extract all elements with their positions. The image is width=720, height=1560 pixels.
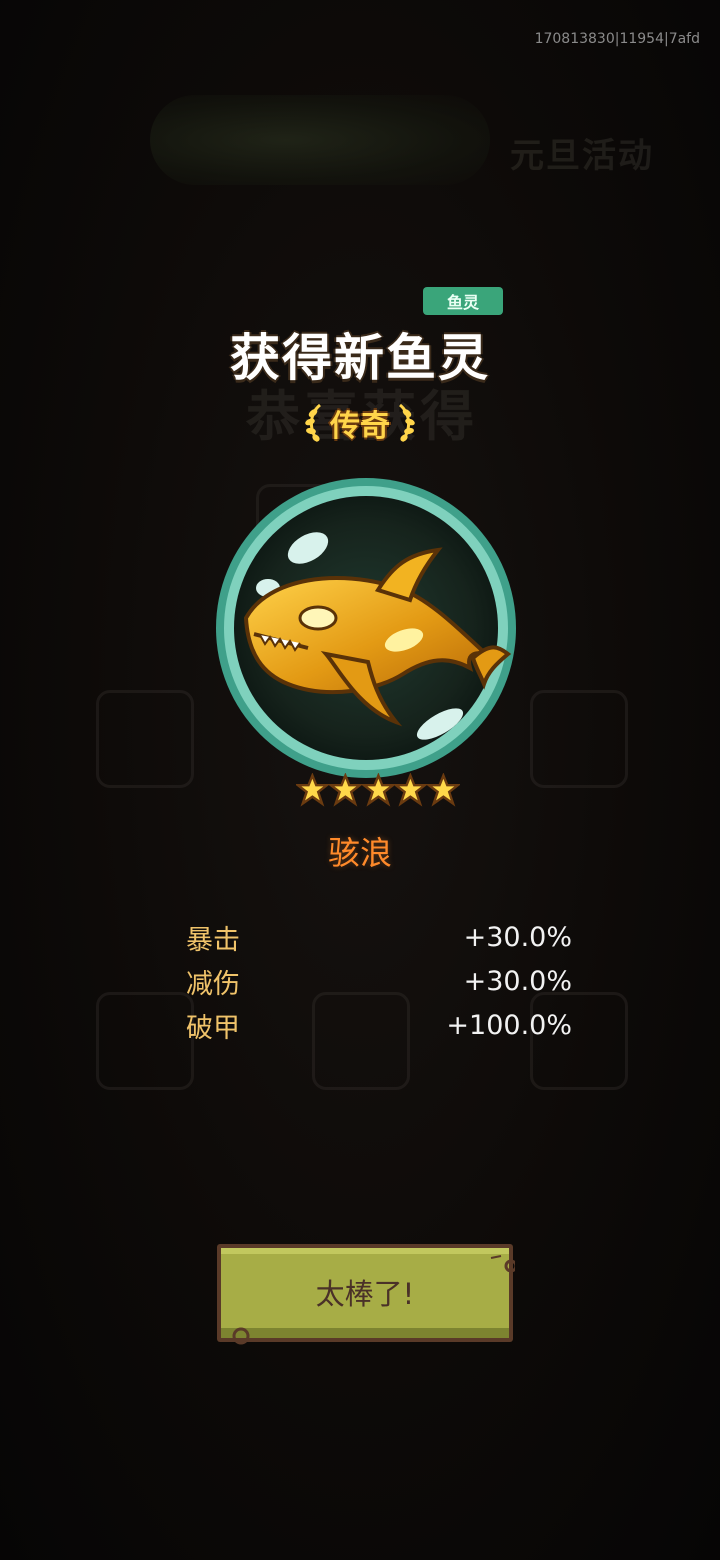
star-rating: [296, 768, 460, 812]
stat-row: 减伤 +30.0%: [186, 959, 572, 1003]
rarity-badge: 传奇: [295, 398, 425, 448]
laurel-left-icon: [305, 403, 322, 442]
star-icon: [296, 773, 329, 807]
stat-value: +30.0%: [463, 921, 572, 953]
fish-name: 骇浪: [327, 834, 392, 872]
star-icon: [328, 773, 362, 807]
stat-row: 暴击 +30.0%: [186, 915, 572, 959]
stat-value: +30.0%: [463, 965, 572, 997]
event-logo-ghost: [150, 95, 490, 185]
confirm-button-label: 太棒了!: [315, 1277, 415, 1311]
stat-row: 破甲 +100.0%: [186, 1003, 572, 1047]
confirm-button[interactable]: 太棒了!: [215, 1242, 515, 1346]
stats-list: 暴击 +30.0% 减伤 +30.0% 破甲 +100.0%: [186, 915, 572, 1047]
rarity-label: 传奇: [330, 409, 390, 444]
reward-headline: 获得新鱼灵: [230, 329, 490, 387]
stat-name: 暴击: [186, 924, 240, 956]
category-tag: 鱼灵: [423, 287, 503, 315]
ghost-panel: [530, 690, 628, 788]
laurel-right-icon: [398, 403, 415, 442]
event-title-ghost: 元旦活动: [510, 136, 654, 176]
star-icon: [394, 773, 428, 807]
session-id-text: 170813830|11954|7afd: [534, 31, 700, 47]
stat-name: 减伤: [186, 968, 240, 1000]
star-icon: [427, 773, 460, 807]
ghost-panel: [96, 690, 194, 788]
star-icon: [361, 773, 395, 807]
fish-spirit-orb: [216, 478, 516, 778]
stat-value: +100.0%: [446, 1009, 572, 1041]
stat-name: 破甲: [186, 1012, 240, 1044]
ghost-panel: [96, 992, 194, 1090]
